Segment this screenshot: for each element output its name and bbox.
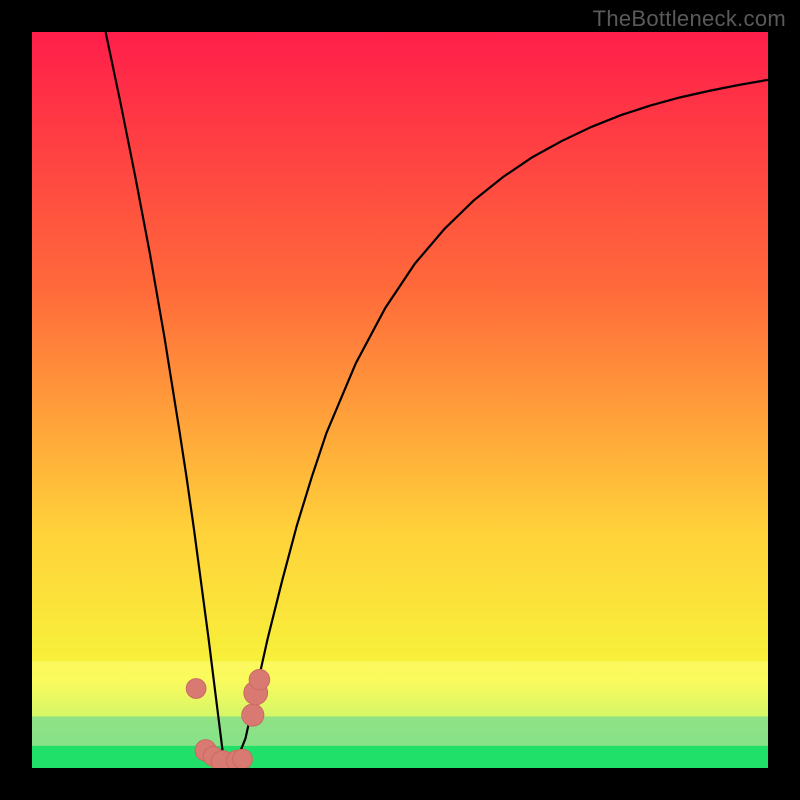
data-marker — [186, 679, 206, 699]
yellow-band — [32, 661, 768, 716]
chart-frame: TheBottleneck.com — [0, 0, 800, 800]
chart-svg — [32, 32, 768, 768]
threshold-bands — [32, 661, 768, 768]
data-marker — [242, 704, 264, 726]
plot-area — [32, 32, 768, 768]
bottleneck-curve — [106, 32, 768, 764]
watermark-text: TheBottleneck.com — [593, 6, 786, 32]
data-marker — [249, 669, 270, 690]
green-soft — [32, 716, 768, 745]
green-band — [32, 746, 768, 768]
data-marker — [233, 749, 253, 768]
